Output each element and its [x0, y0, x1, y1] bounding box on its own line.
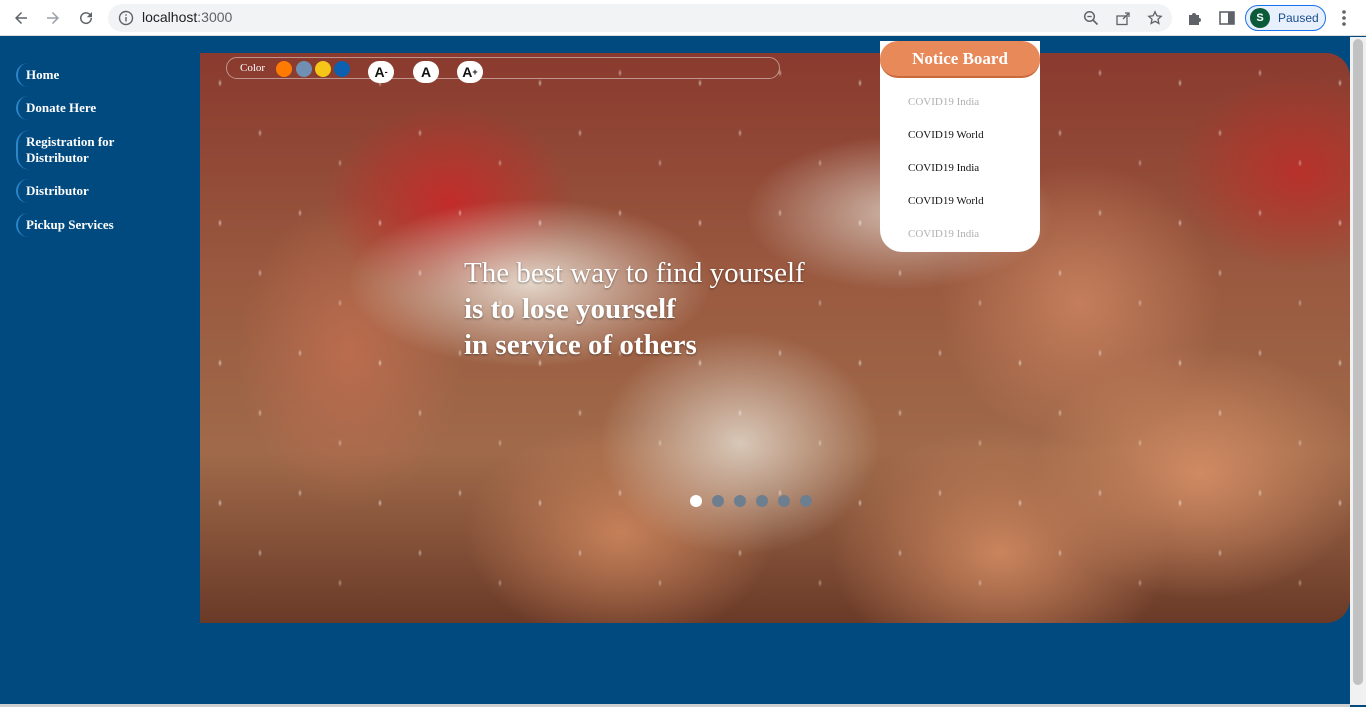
address-bar[interactable]: localhost:3000 [108, 4, 1172, 32]
sidebar-item-distributor[interactable]: Distributor [16, 179, 89, 203]
forward-button[interactable] [41, 6, 65, 30]
notice-board: Notice Board COVID19 India COVID19 World… [880, 41, 1040, 252]
sidebar-item-donate-here[interactable]: Donate Here [16, 96, 96, 120]
zoom-icon[interactable] [1083, 10, 1099, 26]
url-text: localhost:3000 [142, 9, 233, 25]
back-button[interactable] [9, 6, 33, 30]
info-icon[interactable] [118, 10, 134, 26]
font-increase-button[interactable]: A + [457, 61, 483, 83]
carousel-dot[interactable] [690, 495, 702, 507]
sidebar-item-home[interactable]: Home [16, 63, 59, 87]
hero-carousel: Color A- A A + The best way to find yours… [200, 53, 1350, 623]
carousel-dot[interactable] [800, 495, 812, 507]
kebab-menu-icon[interactable] [1338, 8, 1350, 28]
sidebar-item-pickup-services[interactable]: Pickup Services [16, 213, 114, 237]
notice-item[interactable]: COVID19 World [908, 195, 984, 207]
reload-icon [80, 12, 93, 25]
browser-toolbar: localhost:3000 S Paused [0, 0, 1366, 36]
color-swatch-yellow[interactable] [315, 61, 331, 77]
arrow-left-icon [15, 12, 27, 24]
page-scrollbar[interactable] [1350, 37, 1366, 705]
font-decrease-button[interactable]: A- [368, 61, 394, 83]
quote-line-1: The best way to find yourself [464, 257, 805, 289]
carousel-dot[interactable] [712, 495, 724, 507]
profile-button[interactable]: S Paused [1245, 5, 1326, 31]
quote-line-2: is to lose yourself [464, 293, 676, 325]
share-icon[interactable] [1115, 10, 1131, 26]
carousel-dot[interactable] [734, 495, 746, 507]
notice-item[interactable]: COVID19 India [908, 162, 979, 174]
sidebar-item-registration[interactable]: Registration for Distributor [16, 130, 126, 170]
color-label: Color [240, 62, 266, 74]
carousel-indicators [690, 495, 812, 507]
carousel-dot[interactable] [778, 495, 790, 507]
notice-item[interactable]: COVID19 World [908, 129, 984, 141]
scrollbar-thumb[interactable] [1353, 39, 1363, 685]
reload-button[interactable] [74, 6, 98, 30]
color-swatch-orange[interactable] [276, 61, 292, 77]
carousel-dot[interactable] [756, 495, 768, 507]
page-body: Home Donate Here Registration for Distri… [0, 37, 1350, 705]
notice-item[interactable]: COVID19 India [908, 96, 979, 108]
profile-status: Paused [1278, 11, 1319, 25]
side-panel-icon[interactable] [1218, 9, 1236, 27]
notice-item[interactable]: COVID19 India [908, 228, 979, 238]
hero-quote: The best way to find yourself is to lose… [464, 255, 805, 363]
arrow-right-icon [47, 12, 59, 24]
color-swatch-blue[interactable] [334, 61, 350, 77]
color-swatch-slate[interactable] [296, 61, 312, 77]
bookmark-star-icon[interactable] [1147, 10, 1163, 26]
avatar: S [1250, 8, 1270, 28]
font-reset-button[interactable]: A [413, 61, 439, 83]
quote-line-3: in service of others [464, 329, 697, 361]
notice-board-title: Notice Board [880, 41, 1040, 78]
extensions-puzzle-icon[interactable] [1186, 9, 1204, 27]
